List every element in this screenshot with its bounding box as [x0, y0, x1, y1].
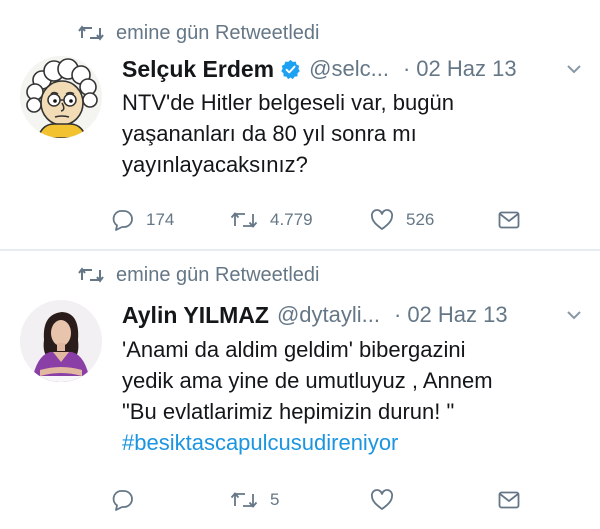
reply-icon [112, 210, 133, 231]
direct-message-icon [498, 491, 520, 509]
tweet-date[interactable]: 02 Haz 13 [407, 302, 507, 328]
tweet-header: Aylin YILMAZ @dytayli... · 02 Haz 13 [122, 299, 584, 331]
author-handle[interactable]: @selc... [309, 56, 389, 82]
retweet-icon [230, 212, 258, 228]
author-name[interactable]: Selçuk Erdem [122, 56, 274, 83]
retweet-icon [78, 267, 104, 283]
like-button[interactable]: 526 [370, 204, 434, 236]
tweet-text: NTV'de Hitler belgeseli var, bugün yaşan… [122, 87, 582, 180]
reply-icon [112, 490, 133, 511]
like-icon [371, 209, 393, 230]
tweet-actions: 5 [110, 484, 540, 516]
tweet-date[interactable]: 02 Haz 13 [416, 56, 516, 82]
profile-photo-image [20, 300, 102, 382]
retweet-button[interactable]: 5 [230, 484, 279, 516]
avatar[interactable] [20, 56, 102, 138]
reply-button[interactable]: 174 [110, 204, 174, 236]
tweet-text: 'Anami da aldim geldim' bibergazini yedi… [122, 334, 582, 458]
hashtag-link[interactable]: #besiktascapulcusudireniyor [122, 427, 582, 458]
author-handle[interactable]: @dytayli... [277, 302, 380, 328]
reply-count: 174 [146, 210, 175, 229]
retweet-icon [78, 25, 104, 41]
chevron-down-icon[interactable] [564, 305, 584, 325]
like-icon [371, 489, 393, 510]
retweet-button[interactable]: 4.779 [230, 204, 313, 236]
tweet-card[interactable]: emine gün Retweetledi Selçuk Erdem @selc… [0, 0, 600, 250]
retweet-context: emine gün Retweetledi [78, 260, 319, 290]
verified-badge-icon [281, 59, 300, 79]
tweet-text-line: "Bu evlatlarimiz hepimizin durun! " [122, 399, 455, 424]
tweet-card[interactable]: emine gün Retweetledi Aylin YILMAZ @dyta… [0, 251, 600, 529]
direct-message-icon [498, 211, 520, 229]
retweet-icon [230, 492, 258, 508]
direct-message-button[interactable] [498, 204, 532, 236]
cartoon-avatar-image [20, 56, 102, 138]
tweet-text-line: NTV'de Hitler belgeseli var, bugün [122, 90, 454, 115]
tweet-text-line: 'Anami da aldim geldim' bibergazini [122, 337, 466, 362]
retweeted-by-label[interactable]: emine gün Retweetledi [116, 22, 319, 45]
reply-button[interactable] [110, 484, 146, 516]
tweet-text-line: yayınlayacaksınız? [122, 152, 308, 177]
avatar[interactable] [20, 300, 102, 382]
like-button[interactable] [370, 484, 406, 516]
tweet-text-line: yaşananları da 80 yıl sonra mı [122, 121, 417, 146]
separator-dot: · [393, 302, 402, 327]
retweet-context: emine gün Retweetledi [78, 18, 319, 48]
tweet-header: Selçuk Erdem @selc... · 02 Haz 13 [122, 53, 584, 85]
separator-dot: · [402, 56, 411, 81]
like-count: 526 [406, 210, 435, 229]
retweeted-by-label[interactable]: emine gün Retweetledi [116, 264, 319, 287]
tweet-text-line: yedik ama yine de umutluyuz , Annem [122, 368, 493, 393]
author-name[interactable]: Aylin YILMAZ [122, 302, 269, 329]
retweet-count: 5 [270, 490, 280, 509]
direct-message-button[interactable] [498, 484, 532, 516]
retweet-count: 4.779 [270, 210, 313, 229]
chevron-down-icon[interactable] [564, 59, 584, 79]
tweet-actions: 174 4.779 526 [110, 204, 540, 236]
